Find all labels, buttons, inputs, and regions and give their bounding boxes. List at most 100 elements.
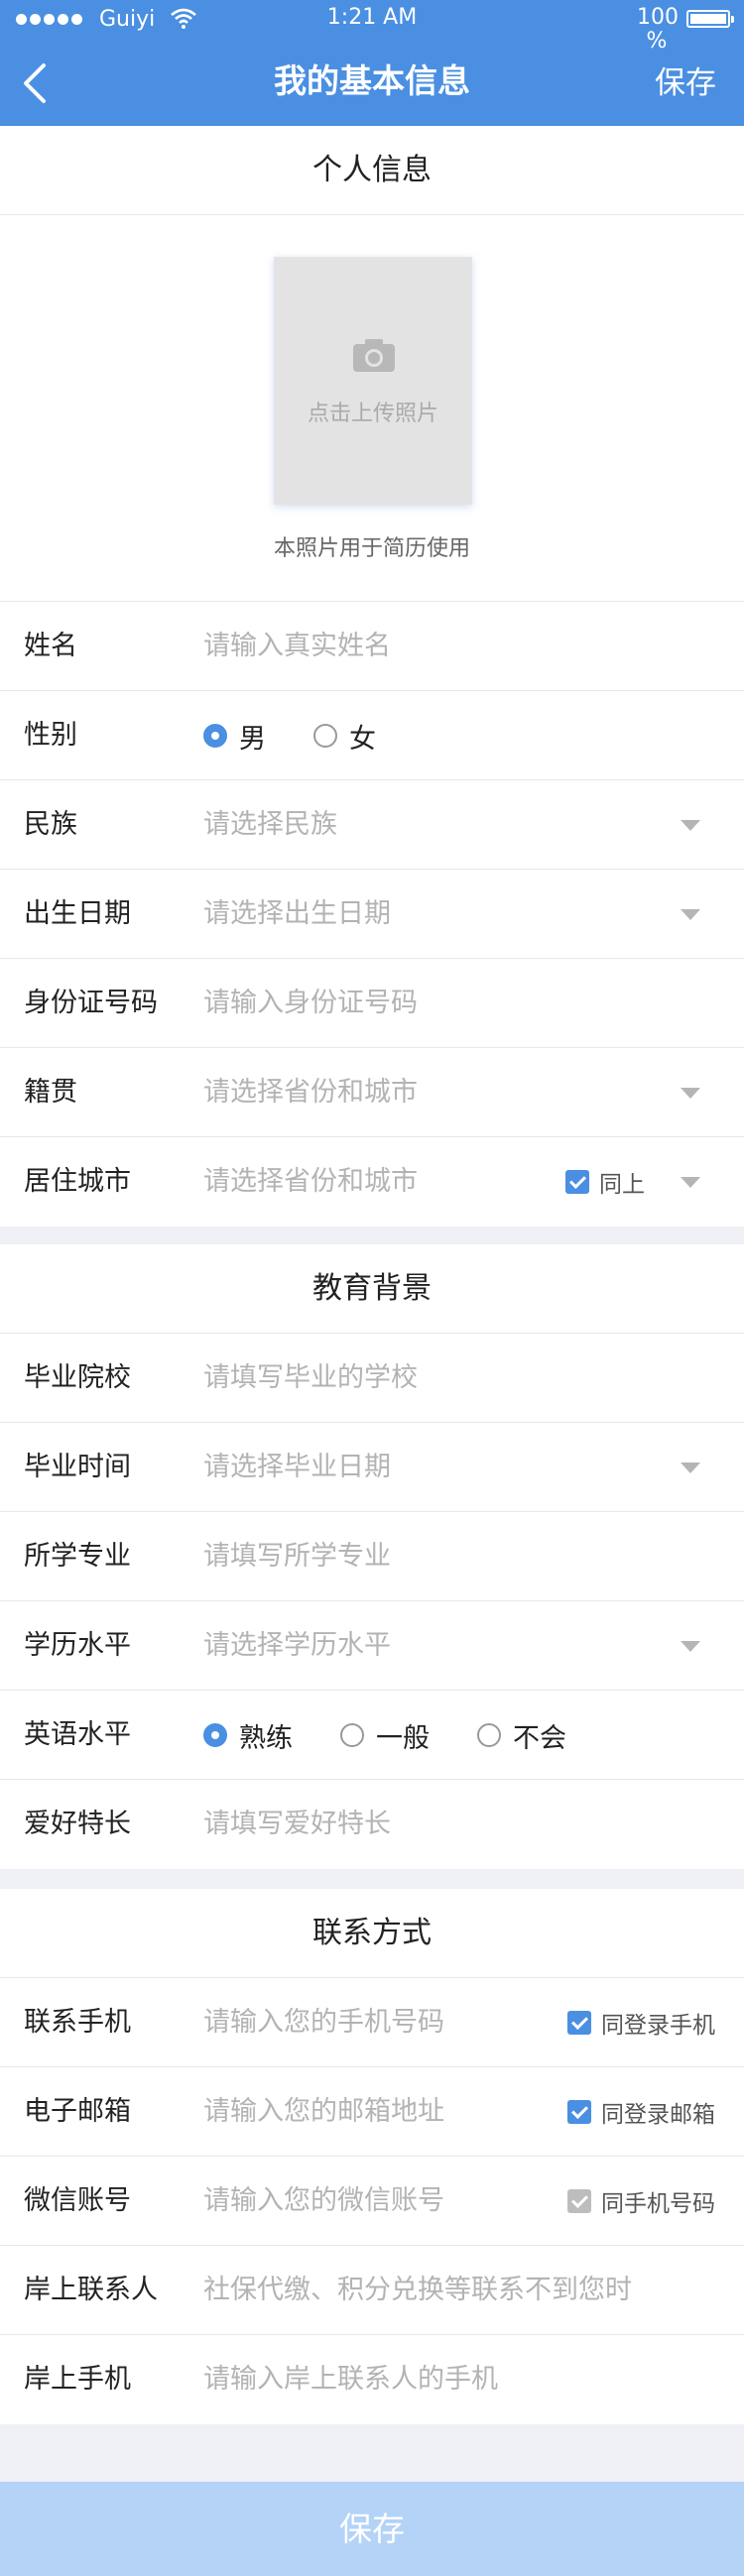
wifi-icon xyxy=(171,8,196,29)
battery-percent: 100 % xyxy=(637,5,679,54)
section-title-personal: 个人信息 xyxy=(0,126,744,215)
page-title: 我的基本信息 xyxy=(274,61,470,100)
section-title-education: 教育背景 xyxy=(0,1244,744,1334)
english-radio-group: 熟练 一般 不会 xyxy=(203,1691,614,1780)
row-phone[interactable]: 联系手机 请输入您的手机号码 同登录手机 xyxy=(0,1978,744,2067)
grad-time-label: 毕业时间 xyxy=(24,1452,131,1482)
english-none-radio[interactable]: 不会 xyxy=(477,1716,566,1755)
signal-icon xyxy=(16,14,82,25)
radio-selected-icon xyxy=(203,724,227,748)
row-degree[interactable]: 学历水平 请选择学历水平 xyxy=(0,1601,744,1691)
phone-label: 联系手机 xyxy=(24,2007,131,2038)
save-button-top[interactable]: 保存 xyxy=(655,61,716,105)
major-input[interactable]: 请填写所学专业 xyxy=(203,1512,391,1601)
checkbox-disabled-icon xyxy=(567,2189,591,2213)
id-number-label: 身份证号码 xyxy=(24,988,158,1018)
row-gender: 性别 男 女 xyxy=(0,691,744,780)
onshore-phone-input[interactable]: 请输入岸上联系人的手机 xyxy=(203,2335,498,2424)
same-as-above-checkbox[interactable]: 同上 xyxy=(565,1137,645,1227)
wechat-input[interactable]: 请输入您的微信账号 xyxy=(203,2157,444,2246)
dropdown-caret-icon xyxy=(681,1177,700,1188)
grad-time-select[interactable]: 请选择毕业日期 xyxy=(203,1423,391,1512)
nav-header: Guiyi 1:21 AM 100 % 我的基本信息 保存 xyxy=(0,0,744,126)
english-fluent-label: 熟练 xyxy=(239,1722,293,1754)
dropdown-caret-icon xyxy=(681,909,700,920)
row-grad-time[interactable]: 毕业时间 请选择毕业日期 xyxy=(0,1423,744,1512)
id-number-input[interactable]: 请输入身份证号码 xyxy=(203,959,418,1048)
row-id-number[interactable]: 身份证号码 请输入身份证号码 xyxy=(0,959,744,1048)
gender-male-label: 男 xyxy=(239,723,266,755)
section-title-contact: 联系方式 xyxy=(0,1889,744,1978)
ethnicity-select[interactable]: 请选择民族 xyxy=(203,780,337,870)
clock: 1:21 AM xyxy=(326,5,418,30)
radio-unselected-icon xyxy=(313,724,337,748)
carrier-name: Guiyi xyxy=(99,7,156,32)
checkbox-checked-icon xyxy=(567,2100,591,2124)
same-login-email-checkbox[interactable]: 同登录邮箱 xyxy=(567,2067,715,2157)
dropdown-caret-icon xyxy=(681,1463,700,1473)
personal-info-section: 个人信息 点击上传照片 本照片用于简历使用 姓名 请输入真实姓名 性别 男 女 … xyxy=(0,126,744,1227)
photo-area: 点击上传照片 本照片用于简历使用 xyxy=(0,215,744,602)
row-name[interactable]: 姓名 请输入真实姓名 xyxy=(0,602,744,691)
hobbies-label: 爱好特长 xyxy=(24,1809,131,1839)
row-hometown[interactable]: 籍贯 请选择省份和城市 xyxy=(0,1048,744,1137)
row-onshore-contact[interactable]: 岸上联系人 社保代缴、积分兑换等联系不到您时 xyxy=(0,2246,744,2335)
row-ethnicity[interactable]: 民族 请选择民族 xyxy=(0,780,744,870)
english-average-label: 一般 xyxy=(376,1722,430,1754)
degree-label: 学历水平 xyxy=(24,1630,131,1661)
birthdate-label: 出生日期 xyxy=(24,898,131,929)
save-button[interactable]: 保存 xyxy=(0,2482,744,2576)
photo-note: 本照片用于简历使用 xyxy=(273,536,470,561)
school-input[interactable]: 请填写毕业的学校 xyxy=(203,1334,418,1423)
residence-label: 居住城市 xyxy=(24,1166,131,1197)
same-phone-number-label: 同手机号码 xyxy=(601,2191,715,2217)
row-onshore-phone[interactable]: 岸上手机 请输入岸上联系人的手机 xyxy=(0,2335,744,2424)
english-none-label: 不会 xyxy=(513,1722,566,1754)
dropdown-caret-icon xyxy=(681,820,700,831)
gender-radio-group: 男 女 xyxy=(203,691,424,780)
wechat-label: 微信账号 xyxy=(24,2185,131,2216)
same-login-phone-label: 同登录手机 xyxy=(601,2013,715,2039)
checkbox-checked-icon xyxy=(567,2011,591,2035)
same-phone-number-checkbox[interactable]: 同手机号码 xyxy=(567,2157,715,2246)
row-birthdate[interactable]: 出生日期 请选择出生日期 xyxy=(0,870,744,959)
same-login-phone-checkbox[interactable]: 同登录手机 xyxy=(567,1978,715,2067)
hometown-select[interactable]: 请选择省份和城市 xyxy=(203,1048,418,1137)
birthdate-select[interactable]: 请选择出生日期 xyxy=(203,870,391,959)
status-bar: Guiyi 1:21 AM 100 % xyxy=(0,0,744,54)
hobbies-input[interactable]: 请填写爱好特长 xyxy=(203,1780,391,1869)
dropdown-caret-icon xyxy=(681,1088,700,1099)
back-arrow-icon[interactable] xyxy=(18,61,54,105)
english-label: 英语水平 xyxy=(24,1719,131,1750)
ethnicity-label: 民族 xyxy=(24,809,77,840)
radio-unselected-icon xyxy=(340,1723,364,1747)
english-average-radio[interactable]: 一般 xyxy=(340,1716,430,1755)
row-school[interactable]: 毕业院校 请填写毕业的学校 xyxy=(0,1334,744,1423)
contact-section: 联系方式 联系手机 请输入您的手机号码 同登录手机 电子邮箱 请输入您的邮箱地址… xyxy=(0,1889,744,2424)
row-hobbies[interactable]: 爱好特长 请填写爱好特长 xyxy=(0,1780,744,1869)
onshore-contact-input[interactable]: 社保代缴、积分兑换等联系不到您时 xyxy=(203,2246,632,2335)
same-as-above-label: 同上 xyxy=(599,1172,645,1198)
email-label: 电子邮箱 xyxy=(24,2096,131,2127)
hometown-label: 籍贯 xyxy=(24,1077,77,1108)
english-fluent-radio[interactable]: 熟练 xyxy=(203,1716,293,1755)
row-email[interactable]: 电子邮箱 请输入您的邮箱地址 同登录邮箱 xyxy=(0,2067,744,2157)
gender-label: 性别 xyxy=(24,720,77,751)
onshore-phone-label: 岸上手机 xyxy=(24,2364,131,2395)
row-wechat[interactable]: 微信账号 请输入您的微信账号 同手机号码 xyxy=(0,2157,744,2246)
major-label: 所学专业 xyxy=(24,1541,131,1572)
name-input[interactable]: 请输入真实姓名 xyxy=(203,602,391,691)
checkbox-checked-icon xyxy=(565,1170,589,1194)
residence-select[interactable]: 请选择省份和城市 xyxy=(203,1137,418,1227)
degree-select[interactable]: 请选择学历水平 xyxy=(203,1601,391,1691)
radio-unselected-icon xyxy=(477,1723,501,1747)
gender-female-radio[interactable]: 女 xyxy=(313,717,376,756)
gender-male-radio[interactable]: 男 xyxy=(203,717,266,756)
row-major[interactable]: 所学专业 请填写所学专业 xyxy=(0,1512,744,1601)
name-label: 姓名 xyxy=(24,631,77,661)
email-input[interactable]: 请输入您的邮箱地址 xyxy=(203,2067,444,2157)
photo-upload-label: 点击上传照片 xyxy=(307,402,438,426)
row-residence[interactable]: 居住城市 请选择省份和城市 同上 xyxy=(0,1137,744,1227)
phone-input[interactable]: 请输入您的手机号码 xyxy=(203,1978,444,2067)
photo-upload-button[interactable]: 点击上传照片 xyxy=(274,257,472,505)
